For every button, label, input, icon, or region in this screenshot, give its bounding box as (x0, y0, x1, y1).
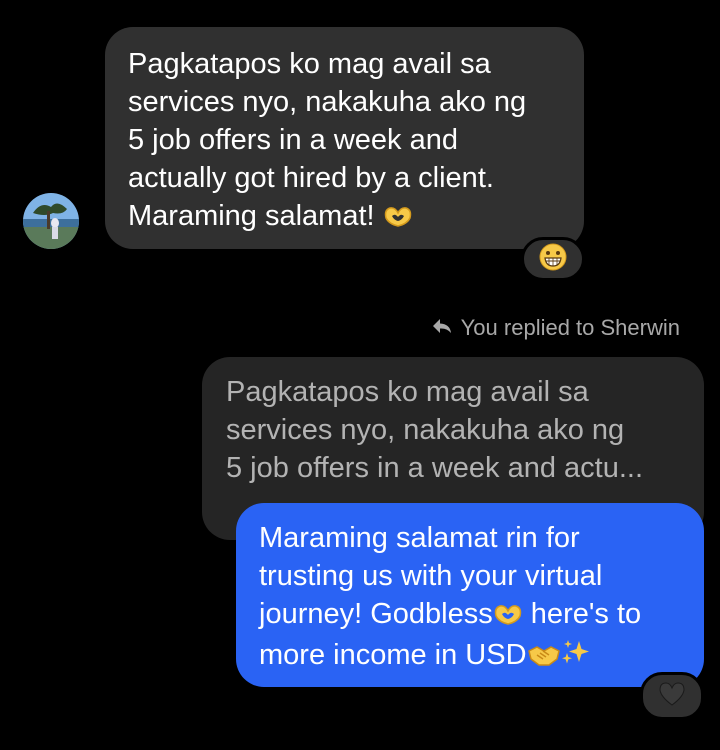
quoted-line-2: services nyo, nakakuha ako ng (226, 414, 625, 446)
outgoing-line-2: trusting us with your virtual (259, 560, 603, 592)
incoming-line-5: Maraming salamat! (128, 200, 383, 232)
message-reaction[interactable] (640, 672, 704, 720)
outgoing-line-3a: journey! Godbless (259, 598, 493, 630)
avatar-photo (23, 193, 79, 249)
incoming-line-2: services nyo, nakakuha ako ng (128, 86, 527, 118)
message-reaction[interactable] (521, 237, 585, 281)
incoming-line-3: 5 job offers in a week and (128, 124, 458, 156)
reply-indicator-text: You replied to Sherwin (460, 315, 680, 340)
incoming-message-bubble[interactable]: Pagkatapos ko mag avail sa services nyo,… (105, 27, 584, 249)
heart-hands-icon (493, 598, 523, 636)
outgoing-line-1: Maraming salamat rin for (259, 522, 580, 554)
incoming-line-1: Pagkatapos ko mag avail sa (128, 48, 491, 80)
quoted-line-3: 5 job offers in a week and actu... (226, 452, 644, 484)
incoming-message-text: Pagkatapos ko mag avail sa services nyo,… (128, 45, 564, 238)
sparkles-icon (561, 639, 591, 677)
outgoing-message-bubble[interactable]: Maraming salamat rin for trusting us wit… (236, 503, 704, 687)
black-heart-icon (658, 681, 686, 712)
incoming-line-4: actually got hired by a client. (128, 162, 494, 194)
handshake-icon (527, 639, 561, 677)
quoted-line-1: Pagkatapos ko mag avail sa (226, 376, 589, 408)
quoted-message-text: Pagkatapos ko mag avail sa services nyo,… (226, 373, 684, 487)
grinning-face-icon (538, 242, 568, 277)
sender-avatar[interactable] (23, 193, 79, 249)
outgoing-line-4: more income in USD (259, 639, 527, 671)
reply-arrow-icon (431, 315, 453, 341)
outgoing-line-3b: here's to (522, 598, 642, 630)
heart-hands-icon (383, 200, 413, 238)
reply-indicator: You replied to Sherwin (431, 315, 680, 341)
outgoing-message-text: Maraming salamat rin for trusting us wit… (259, 519, 686, 677)
